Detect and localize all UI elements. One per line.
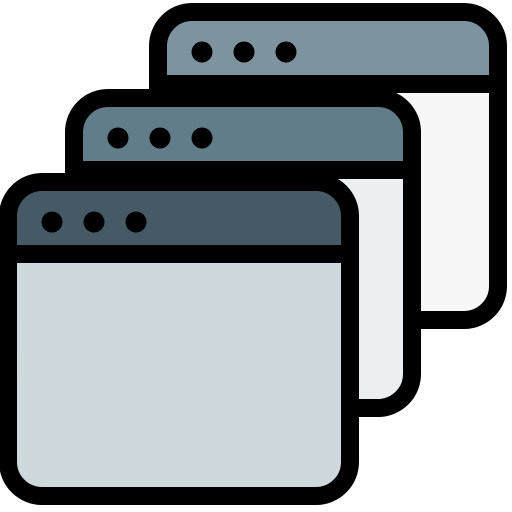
window-front (0, 173, 359, 505)
window-dot-icon (41, 211, 63, 233)
window-dot-icon (191, 41, 213, 63)
stacked-windows-icon-svg (0, 3, 507, 505)
window-dot-icon (125, 211, 147, 233)
window-dot-icon (107, 127, 129, 149)
stacked-windows-icon (0, 0, 512, 512)
window-dot-icon (83, 211, 105, 233)
window-dot-icon (275, 41, 297, 63)
window-dot-icon (233, 41, 255, 63)
window-dot-icon (149, 127, 171, 149)
window-dot-icon (191, 127, 213, 149)
